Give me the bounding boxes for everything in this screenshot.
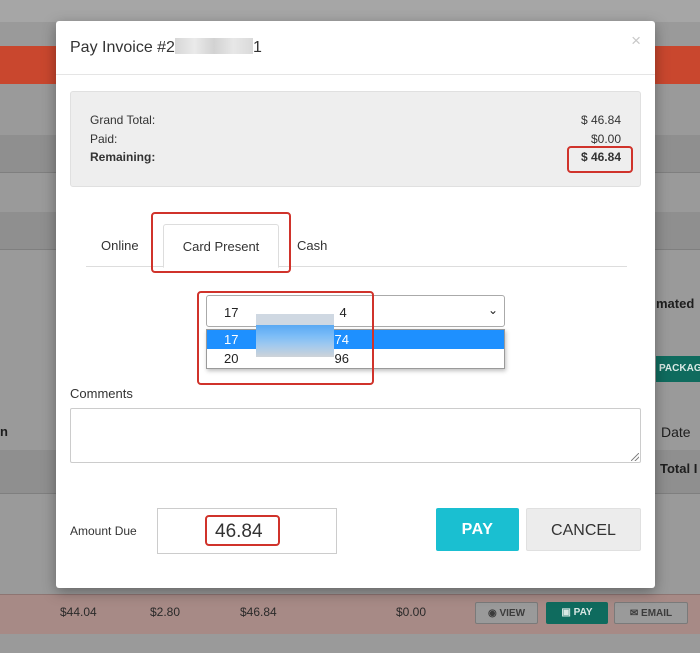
- modal-header: Pay Invoice #2 1 ×: [56, 21, 655, 75]
- amount-due-highlight: [205, 515, 280, 546]
- pay-button[interactable]: PAY: [436, 508, 519, 551]
- money-icon: ▣: [561, 607, 574, 618]
- remaining-highlight: [567, 146, 633, 173]
- pay-invoice-modal: Pay Invoice #2 1 × Grand Total: $ 46.84 P…: [56, 21, 655, 588]
- view-button-label: VIEW: [499, 608, 526, 619]
- paid-value: $0.00: [590, 132, 621, 146]
- row-pay-button-label: PAY: [573, 607, 593, 618]
- email-button-label: EMAIL: [641, 608, 673, 619]
- package-button[interactable]: PACKAGE: [656, 356, 700, 382]
- cancel-button[interactable]: CANCEL: [526, 508, 641, 551]
- row-cell-total: $46.84: [240, 605, 277, 619]
- estimated-label: mated: [656, 296, 695, 311]
- card-select-highlight: [197, 291, 374, 385]
- row-pay-button[interactable]: ▣ PAY: [546, 602, 608, 624]
- modal-title: Pay Invoice #2 1: [70, 38, 262, 57]
- chevron-down-icon: ⌄: [487, 303, 498, 317]
- tab-online[interactable]: Online: [101, 224, 139, 267]
- top-bar: [0, 0, 700, 22]
- eye-icon: ◉: [487, 608, 500, 619]
- date-column-header: Date: [661, 424, 691, 440]
- amount-due-label: Amount Due: [70, 524, 137, 538]
- paid-row: Paid: $0.00: [90, 132, 621, 150]
- envelope-icon: ✉: [629, 608, 642, 619]
- grand-total-row: Grand Total: $ 46.84: [90, 113, 621, 131]
- remaining-label: Remaining:: [90, 150, 156, 164]
- total-column-header: Total I: [660, 461, 698, 476]
- row-cell-tax: $2.80: [150, 605, 181, 619]
- left-column-header: n: [0, 424, 8, 439]
- close-icon[interactable]: ×: [631, 31, 641, 51]
- grand-total-value: $ 46.84: [580, 113, 621, 127]
- remaining-row: Remaining: $ 46.84: [90, 150, 621, 168]
- view-button[interactable]: ◉ VIEW: [475, 602, 538, 624]
- grand-total-label: Grand Total:: [90, 113, 156, 127]
- modal-title-suffix: 1: [252, 39, 262, 56]
- email-button[interactable]: ✉ EMAIL: [614, 602, 688, 624]
- comments-textarea[interactable]: [70, 408, 641, 463]
- modal-title-prefix: Pay Invoice #2: [70, 39, 175, 56]
- tab-cash[interactable]: Cash: [297, 224, 327, 267]
- redacted-invoice-number: [174, 38, 253, 54]
- comments-label: Comments: [70, 386, 133, 401]
- row-cell-paid: $0.00: [396, 605, 427, 619]
- row-cell-subtotal: $44.04: [60, 605, 97, 619]
- card-present-highlight: [151, 212, 291, 273]
- paid-label: Paid:: [90, 132, 118, 146]
- resize-grip-icon[interactable]: [631, 453, 639, 461]
- payment-summary: Grand Total: $ 46.84 Paid: $0.00 Remaini…: [70, 91, 641, 187]
